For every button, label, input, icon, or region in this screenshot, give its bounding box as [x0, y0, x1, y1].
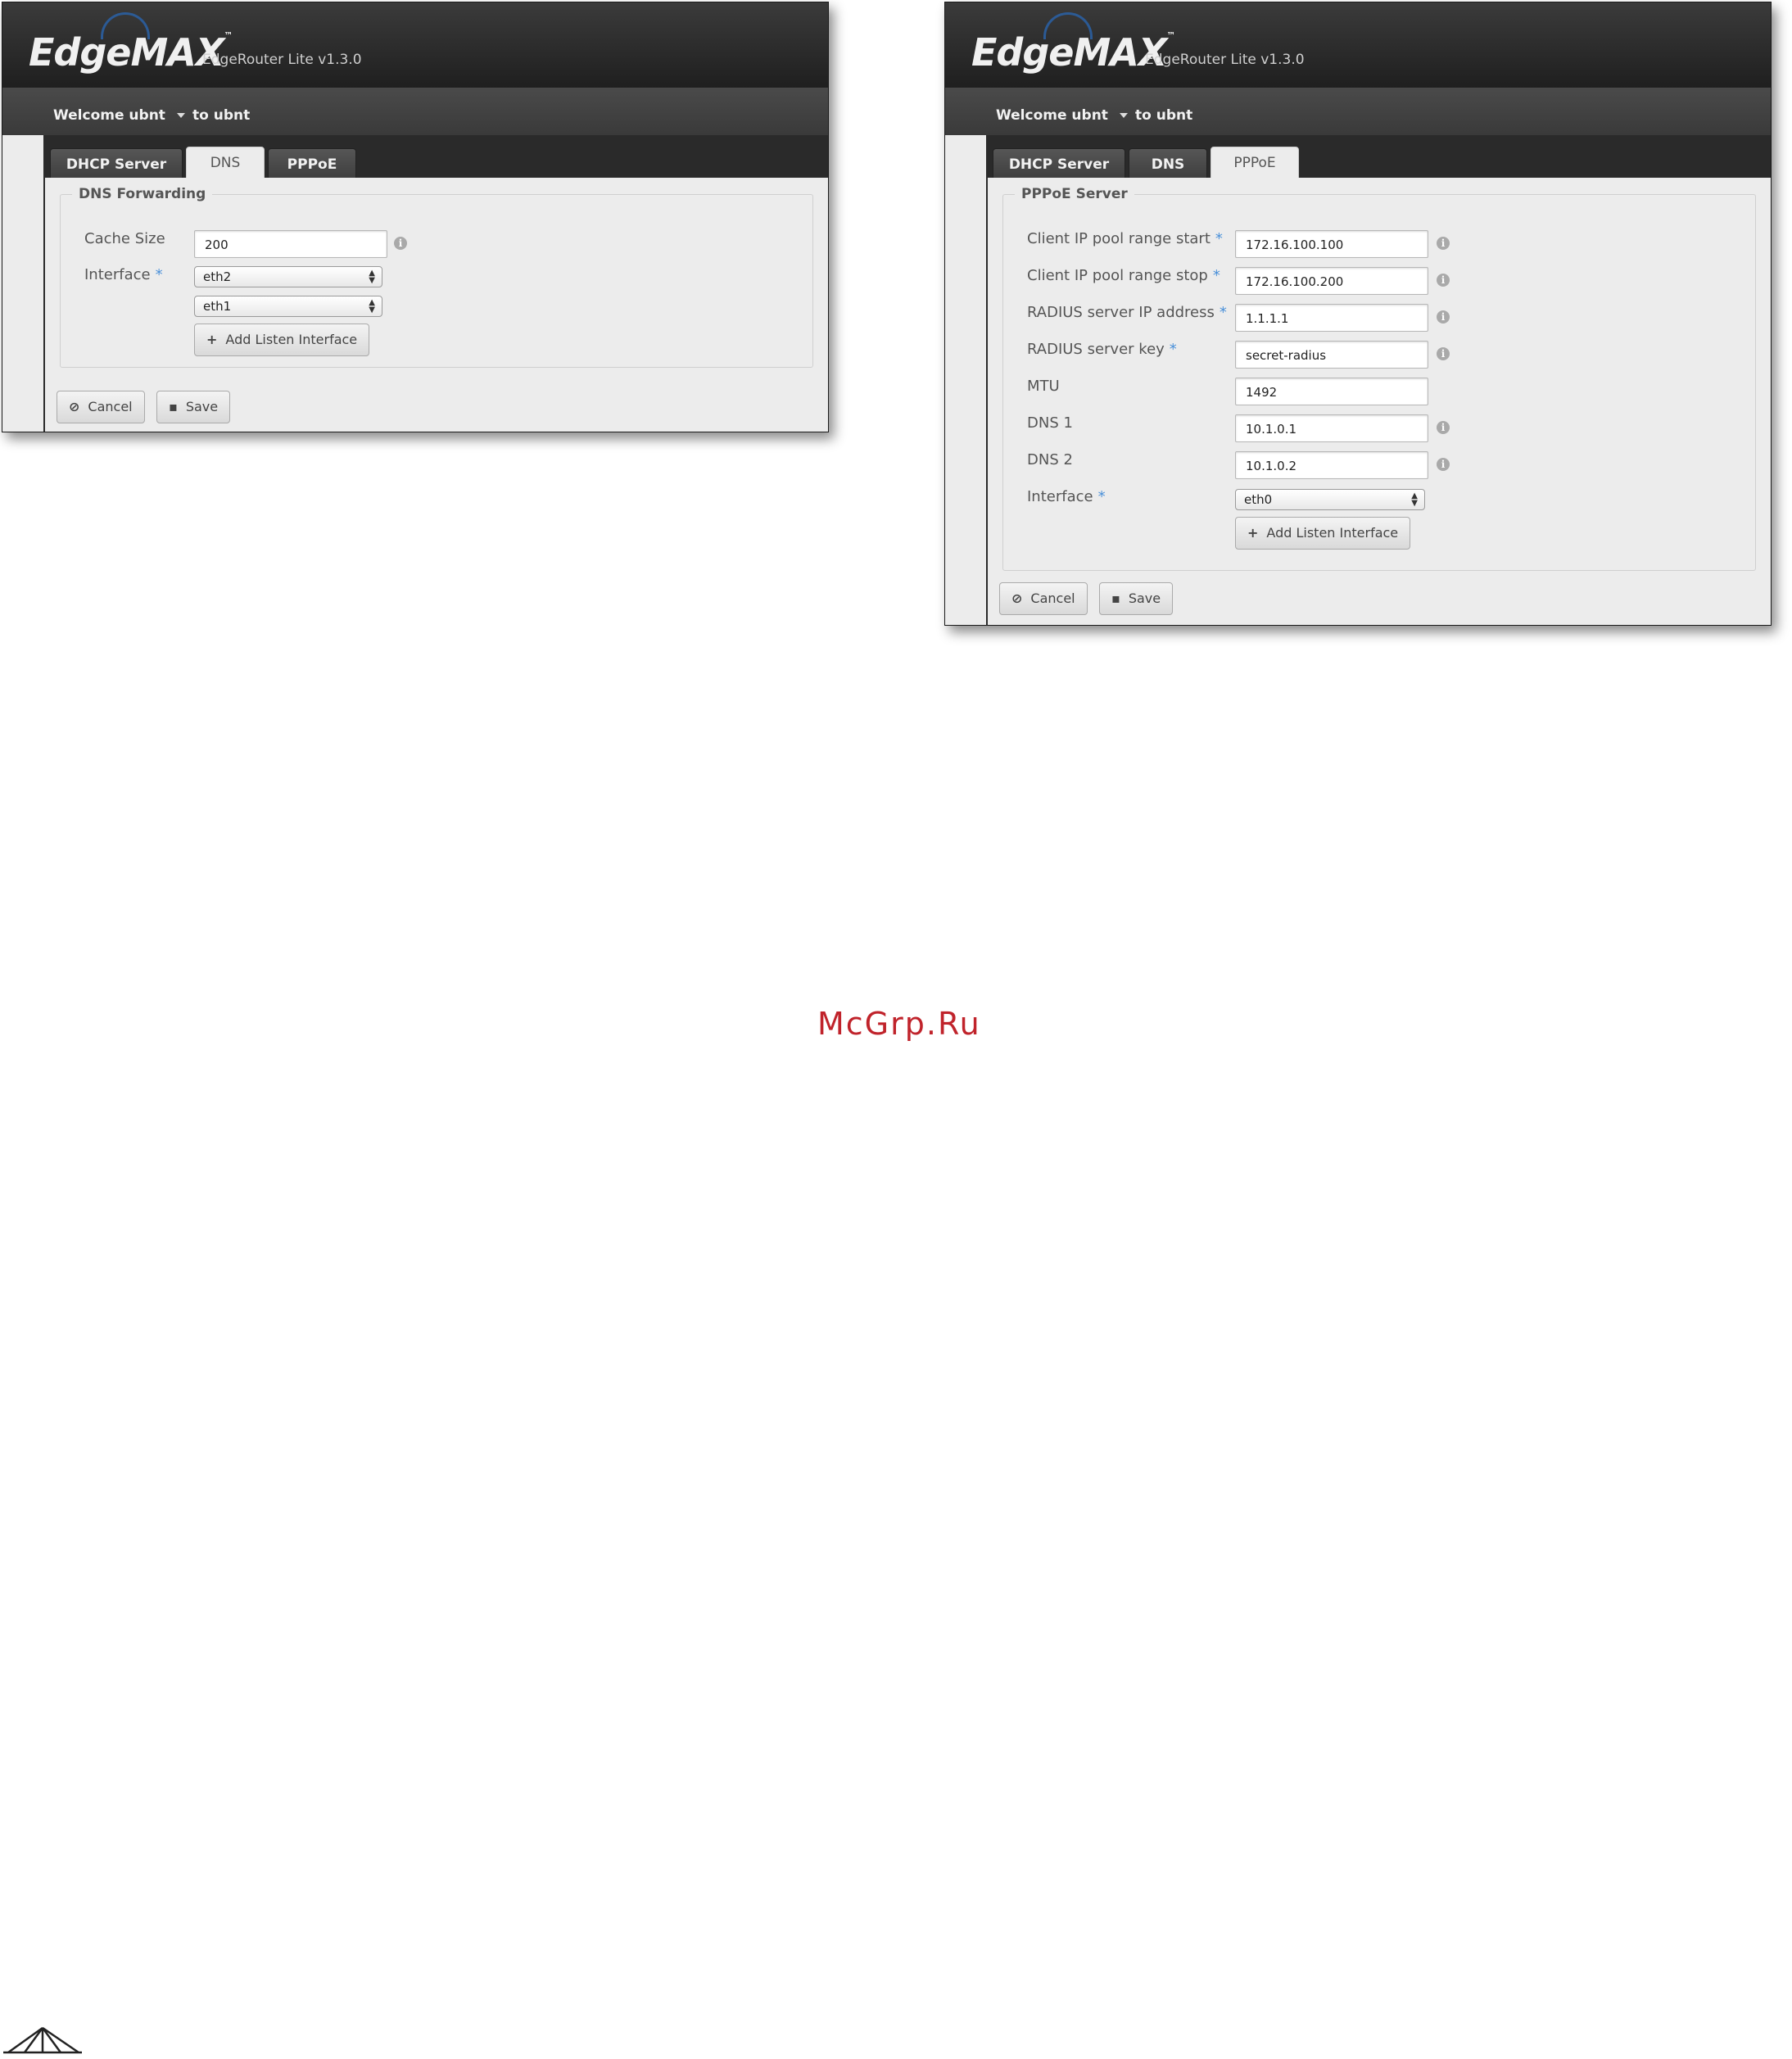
info-icon[interactable]: i: [1437, 347, 1450, 360]
plus-icon: +: [1247, 525, 1259, 541]
tab-bar: DHCP Server DNS PPPoE: [986, 143, 1771, 181]
info-icon[interactable]: i: [394, 237, 407, 250]
add-listen-interface-button[interactable]: + Add Listen Interface: [194, 324, 370, 356]
tab-pppoe[interactable]: PPPoE: [268, 148, 356, 181]
dns2-input[interactable]: 10.1.0.2: [1235, 451, 1428, 479]
welcome-menu[interactable]: Welcome ubnt: [53, 107, 185, 124]
to-ubnt-link[interactable]: to ubnt: [1135, 107, 1192, 124]
interface-select-2[interactable]: eth1 ▲ ▼: [194, 296, 382, 317]
save-icon: ▪: [1111, 591, 1120, 606]
interface-label: Interface *: [84, 266, 163, 283]
interface-select-1[interactable]: eth2 ▲ ▼: [194, 266, 382, 287]
radius-ip-input[interactable]: 1.1.1.1: [1235, 304, 1428, 332]
mtu-input[interactable]: 1492: [1235, 378, 1428, 405]
cancel-button[interactable]: ⊘ Cancel: [57, 391, 145, 423]
dns2-label: DNS 2: [1027, 451, 1073, 468]
pppoe-screenshot: EdgeMAX™ EdgeRouter Lite v1.3.0 Welcome …: [944, 2, 1772, 626]
tab-bar: DHCP Server DNS PPPoE: [43, 143, 828, 181]
caret-down-icon: [1119, 113, 1128, 118]
tab-dns[interactable]: DNS: [186, 147, 265, 181]
radius-key-input[interactable]: secret-radius: [1235, 341, 1428, 369]
required-mark: *: [155, 266, 163, 283]
dns-panel: DNS Forwarding Cache Size 200 i Interfac…: [45, 178, 828, 432]
add-listen-interface-button[interactable]: + Add Listen Interface: [1235, 517, 1411, 550]
fieldset-legend: PPPoE Server: [1021, 186, 1128, 202]
user-bar: Welcome ubnt to ubnt: [945, 88, 1771, 135]
save-button[interactable]: ▪ Save: [156, 391, 231, 423]
pool-stop-label: Client IP pool range stop *: [1027, 267, 1220, 284]
interface-label: Interface *: [1027, 488, 1106, 505]
pool-start-label: Client IP pool range start *: [1027, 230, 1223, 247]
required-mark: *: [1097, 488, 1106, 505]
info-icon[interactable]: i: [1437, 310, 1450, 324]
fieldset-legend: DNS Forwarding: [79, 186, 206, 202]
updown-icon: ▲ ▼: [1411, 491, 1418, 508]
cache-size-input[interactable]: 200: [194, 230, 387, 258]
cancel-icon: ⊘: [1011, 591, 1023, 606]
info-icon[interactable]: i: [1437, 237, 1450, 250]
mtu-label: MTU: [1027, 378, 1060, 395]
required-mark: *: [1169, 341, 1177, 358]
save-icon: ▪: [169, 399, 178, 414]
welcome-menu[interactable]: Welcome ubnt: [996, 107, 1128, 124]
dns-screenshot: EdgeMAX™ EdgeRouter Lite v1.3.0 Welcome …: [2, 2, 829, 432]
cancel-icon: ⊘: [69, 399, 80, 414]
info-icon[interactable]: i: [1437, 458, 1450, 471]
cancel-button[interactable]: ⊘ Cancel: [999, 582, 1088, 615]
tab-pppoe[interactable]: PPPoE: [1211, 147, 1299, 181]
user-bar: Welcome ubnt to ubnt: [2, 88, 828, 135]
save-button[interactable]: ▪ Save: [1099, 582, 1174, 615]
pool-stop-input[interactable]: 172.16.100.200: [1235, 267, 1428, 295]
required-mark: *: [1212, 267, 1220, 284]
caret-down-icon: [176, 113, 185, 118]
plus-icon: +: [206, 332, 218, 347]
product-version: EdgeRouter Lite v1.3.0: [1145, 52, 1305, 68]
to-ubnt-link[interactable]: to ubnt: [192, 107, 250, 124]
dns1-input[interactable]: 10.1.0.1: [1235, 414, 1428, 442]
product-version: EdgeRouter Lite v1.3.0: [202, 52, 362, 68]
tab-dhcp-server[interactable]: DHCP Server: [993, 148, 1125, 181]
radius-key-label: RADIUS server key *: [1027, 341, 1177, 358]
interface-select[interactable]: eth0 ▲ ▼: [1235, 489, 1425, 510]
watermark-text: McGrp.Ru: [817, 1006, 981, 1042]
required-mark: *: [1215, 230, 1223, 247]
cache-size-label: Cache Size: [84, 230, 165, 247]
required-mark: *: [1219, 304, 1227, 321]
dns-forwarding-fieldset: DNS Forwarding: [60, 186, 813, 368]
pppoe-panel: PPPoE Server Client IP pool range start *…: [988, 178, 1771, 625]
tab-dhcp-server[interactable]: DHCP Server: [50, 148, 183, 181]
updown-icon: ▲ ▼: [369, 298, 375, 315]
ubiquiti-antenna-icon: [3, 2026, 82, 2054]
pool-start-input[interactable]: 172.16.100.100: [1235, 230, 1428, 258]
app-header: EdgeMAX™ EdgeRouter Lite v1.3.0: [945, 2, 1771, 88]
updown-icon: ▲ ▼: [369, 269, 375, 285]
info-icon[interactable]: i: [1437, 274, 1450, 287]
tab-dns[interactable]: DNS: [1129, 148, 1207, 181]
dns1-label: DNS 1: [1027, 414, 1073, 432]
info-icon[interactable]: i: [1437, 421, 1450, 434]
app-header: EdgeMAX™ EdgeRouter Lite v1.3.0: [2, 2, 828, 88]
radius-ip-label: RADIUS server IP address *: [1027, 304, 1227, 321]
